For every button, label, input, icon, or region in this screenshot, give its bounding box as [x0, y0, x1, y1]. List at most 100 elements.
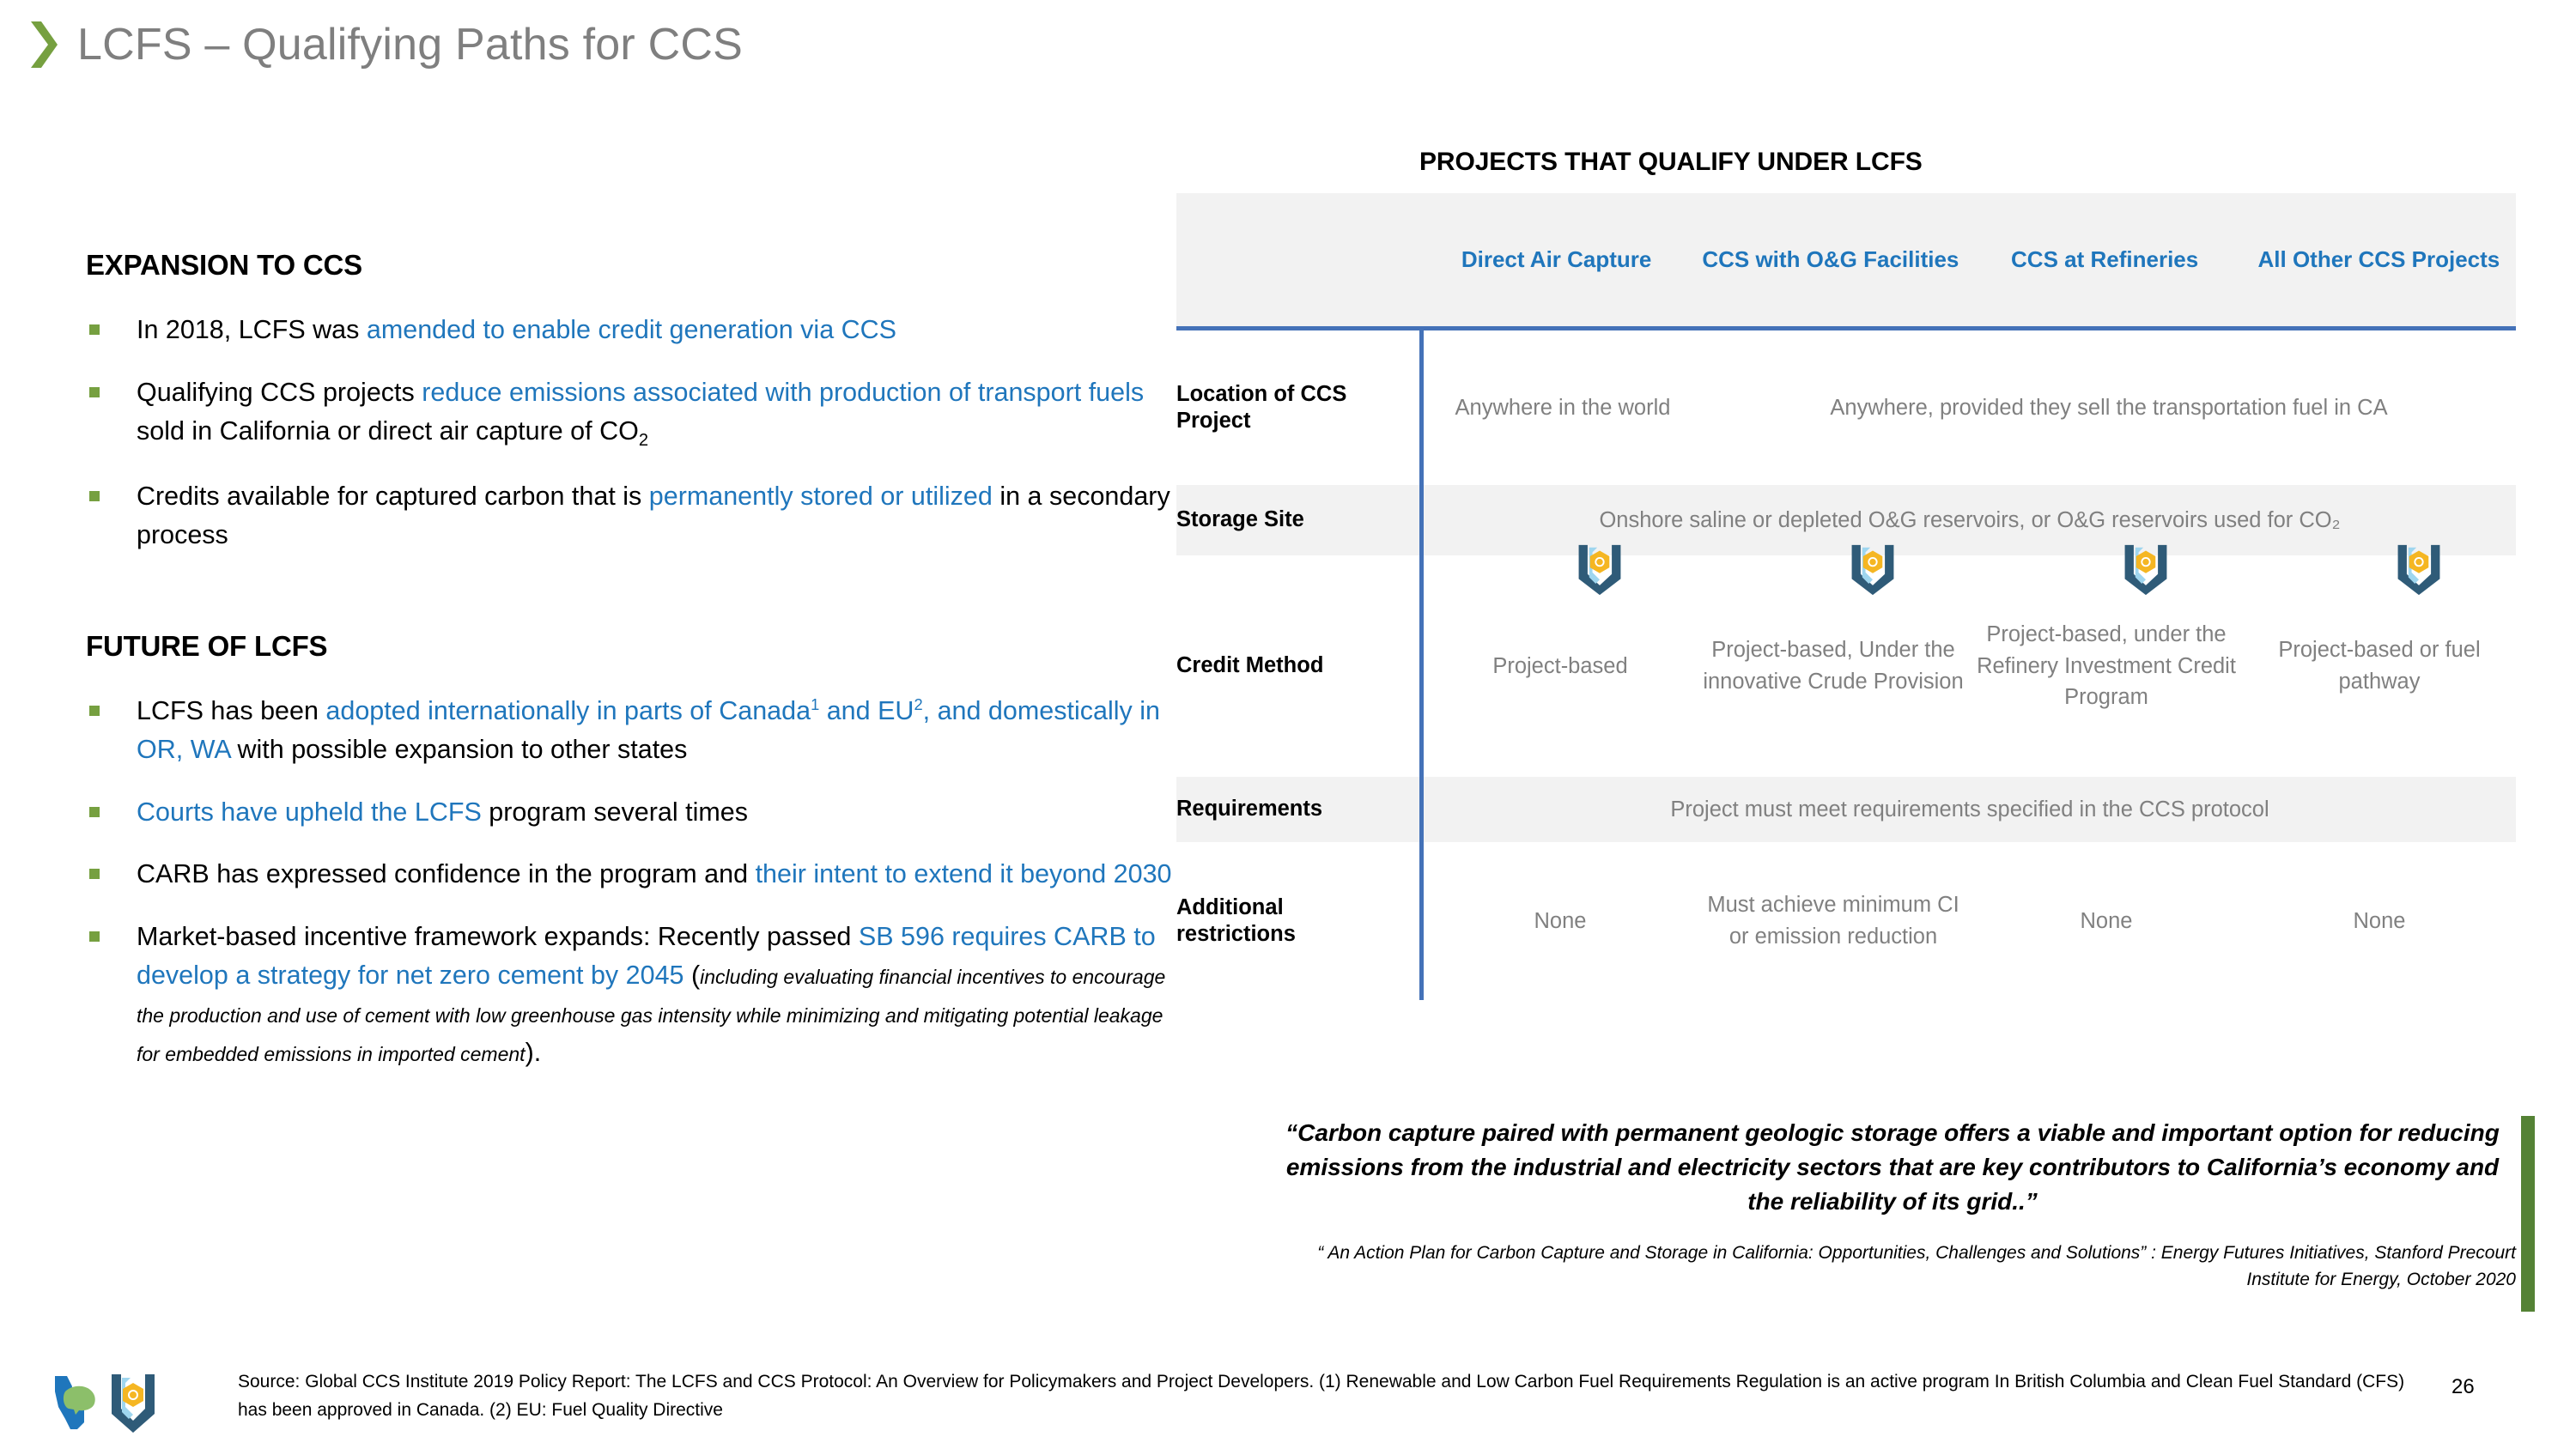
- matrix-row: Additional restrictions None Must achieve …: [1176, 842, 2516, 1000]
- bullet-square-icon: [89, 869, 100, 880]
- bullet-text-run: 2: [638, 430, 649, 450]
- matrix-row-label: Storage Site: [1176, 485, 1419, 555]
- matrix-cell-text: Project-based or fuel pathway: [2278, 638, 2481, 694]
- footer-logos: [50, 1367, 163, 1440]
- page-number: 26: [2451, 1375, 2475, 1398]
- bullet-item: Credits available for captured carbon th…: [86, 477, 1176, 555]
- matrix-row-label: Credit Method: [1176, 555, 1419, 777]
- matrix-cell: Project must meet requirements specified…: [1424, 777, 2516, 842]
- matrix-row: Credit Method Project-based Project-based,…: [1176, 544, 2516, 777]
- bullet-item: LCFS has been adopted internationally in…: [86, 692, 1176, 769]
- matrix-cell-text: None: [2353, 908, 2406, 933]
- matrix-column-header-2: CCS with O&G Facilities: [1702, 246, 1959, 272]
- bullet-list-expansion: In 2018, LCFS was amended to enable cred…: [86, 311, 1176, 555]
- matrix-row-cells: None Must achieve minimum CI or emission …: [1419, 842, 2516, 1000]
- bullet-item: Market-based incentive framework expands…: [86, 918, 1176, 1071]
- bullet-item: CARB has expressed confidence in the pro…: [86, 855, 1176, 894]
- left-content-column: EXPANSION TO CCS In 2018, LCFS was amend…: [86, 249, 1176, 1072]
- quote-accent-bar: [2521, 1116, 2535, 1312]
- matrix-cell: Anywhere in the world: [1424, 330, 1702, 485]
- expansion-to-ccs-block: EXPANSION TO CCS In 2018, LCFS was amend…: [86, 249, 1176, 555]
- bullet-text-run: 2: [914, 694, 923, 713]
- bullet-text-run: reduce emissions associated with product…: [422, 377, 1145, 407]
- matrix-cell-text: Project must meet requirements specified…: [1670, 797, 2269, 822]
- matrix-title: PROJECTS THAT QUALIFY UNDER LCFS: [1419, 148, 1923, 176]
- matrix-row-cells: Project must meet requirements specified…: [1419, 777, 2516, 842]
- matrix-cell-text: Project-based, Under the innovative Crud…: [1703, 638, 1964, 694]
- bullet-text-run: sold in California or direct air capture…: [137, 415, 639, 446]
- bullet-text-run: CARB has expressed confidence in the pro…: [137, 859, 756, 889]
- qualifying-projects-matrix: Direct Air Capture CCS with O&G Faciliti…: [1176, 193, 2516, 1000]
- matrix-row-cells: Project-based Project-based, Under the in…: [1419, 544, 2516, 777]
- matrix-header-spacer: [1176, 193, 1419, 326]
- matrix-cell: Project-based, Under the innovative Crud…: [1697, 544, 1970, 777]
- matrix-column-header-3: CCS at Refineries: [2011, 246, 2199, 272]
- matrix-row: Storage Site Onshore saline or depleted O…: [1176, 485, 2516, 555]
- matrix-row: Requirements Project must meet requiremen…: [1176, 777, 2516, 842]
- bullet-square-icon: [89, 491, 100, 502]
- section-heading-future: FUTURE OF LCFS: [86, 629, 328, 662]
- bullet-text-run: Courts have upheld the LCFS: [137, 797, 482, 827]
- footer-source-note: Source: Global CCS Institute 2019 Policy…: [238, 1372, 2405, 1420]
- bullet-square-icon: [89, 931, 100, 943]
- future-of-lcfs-block: FUTURE OF LCFS LCFS has been adopted int…: [86, 630, 1176, 1072]
- bullet-text-run: ).: [525, 1037, 542, 1067]
- ccs-shield-icon: [2397, 544, 2440, 596]
- matrix-cell-text: Project-based: [1492, 653, 1628, 678]
- matrix-header-row: Direct Air Capture CCS with O&G Faciliti…: [1176, 193, 2516, 330]
- bullet-square-icon: [89, 806, 100, 817]
- matrix-cell-text: Anywhere in the world: [1455, 395, 1671, 420]
- bullet-text-run: and EU: [819, 695, 914, 725]
- bullet-square-icon: [89, 324, 100, 335]
- matrix-body: Location of CCS Project Anywhere in the w…: [1176, 330, 2516, 1000]
- bullet-square-icon: [89, 705, 100, 716]
- matrix-cell-text: Must achieve minimum CI or emission redu…: [1707, 893, 1959, 949]
- matrix-cell-text: None: [2080, 908, 2133, 933]
- bullet-text-run: permanently stored or utilized: [648, 482, 993, 512]
- ccs-shield-icon: [1578, 544, 1621, 596]
- pull-quote-block: “Carbon capture paired with permanent ge…: [1269, 1116, 2535, 1312]
- page-title: LCFS – Qualifying Paths for CCS: [77, 20, 743, 70]
- bullet-text-run: amended to enable credit generation via …: [366, 315, 897, 344]
- bullet-text-run: program several times: [481, 797, 749, 827]
- bullet-item: Qualifying CCS projects reduce emissions…: [86, 373, 1176, 454]
- quote-source: “ An Action Plan for Carbon Capture and …: [1317, 1243, 2516, 1289]
- matrix-cell: Project-based, under the Refinery Invest…: [1970, 544, 2243, 777]
- bullet-text-run: with possible expansion to other states: [230, 734, 688, 764]
- bullet-text-run: Credits available for captured carbon th…: [137, 482, 649, 512]
- matrix-cell-text: None: [1534, 908, 1587, 933]
- bullet-text-run: 1: [811, 694, 820, 713]
- ccs-shield-icon: [2124, 544, 2167, 596]
- bullet-text-run: Qualifying CCS projects: [137, 377, 422, 407]
- bullet-text-run: (: [683, 961, 701, 991]
- bullet-text-run: In 2018, LCFS was: [137, 315, 367, 344]
- bullet-text-run: adopted internationally in parts of Cana…: [325, 695, 811, 725]
- bullet-square-icon: [89, 386, 100, 397]
- section-heading-expansion: EXPANSION TO CCS: [86, 249, 362, 281]
- bullet-item: Courts have upheld the LCFS program seve…: [86, 793, 1176, 832]
- matrix-cell: None: [2243, 842, 2516, 1000]
- chevron-right-icon: [31, 21, 58, 68]
- matrix-cell-text: Anywhere, provided they sell the transpo…: [1830, 395, 2388, 420]
- quote-text: “Carbon capture paired with permanent ge…: [1285, 1119, 2500, 1215]
- matrix-cell: None: [1424, 842, 1697, 1000]
- ccs-shield-icon: [1851, 544, 1894, 596]
- bullet-text-run: LCFS has been: [137, 695, 326, 725]
- matrix-cell: Project-based or fuel pathway: [2243, 544, 2516, 777]
- bullet-text-run: Market-based incentive framework expands…: [137, 922, 859, 952]
- matrix-cell: Anywhere, provided they sell the transpo…: [1702, 330, 2516, 485]
- bullet-text-run: their intent to extend it beyond 2030: [755, 859, 1172, 889]
- bullet-list-future: LCFS has been adopted internationally in…: [86, 692, 1176, 1072]
- matrix-cell: None: [1970, 842, 2243, 1000]
- matrix-column-header-1: Direct Air Capture: [1461, 246, 1652, 272]
- matrix-cell: Must achieve minimum CI or emission redu…: [1697, 842, 1970, 1000]
- california-bear-logo: [55, 1376, 95, 1429]
- matrix-cell-text: Project-based, under the Refinery Invest…: [1977, 621, 2236, 710]
- matrix-cell-text: Onshore saline or depleted O&G reservoir…: [1599, 507, 2341, 532]
- matrix-row-label: Location of CCS Project: [1176, 330, 1419, 485]
- matrix-cell: Project-based: [1424, 544, 1697, 777]
- matrix-row: Location of CCS Project Anywhere in the w…: [1176, 330, 2516, 485]
- bullet-item: In 2018, LCFS was amended to enable cred…: [86, 311, 1176, 349]
- ccs-shield-logo: [112, 1374, 155, 1433]
- matrix-row-label: Additional restrictions: [1176, 842, 1419, 1000]
